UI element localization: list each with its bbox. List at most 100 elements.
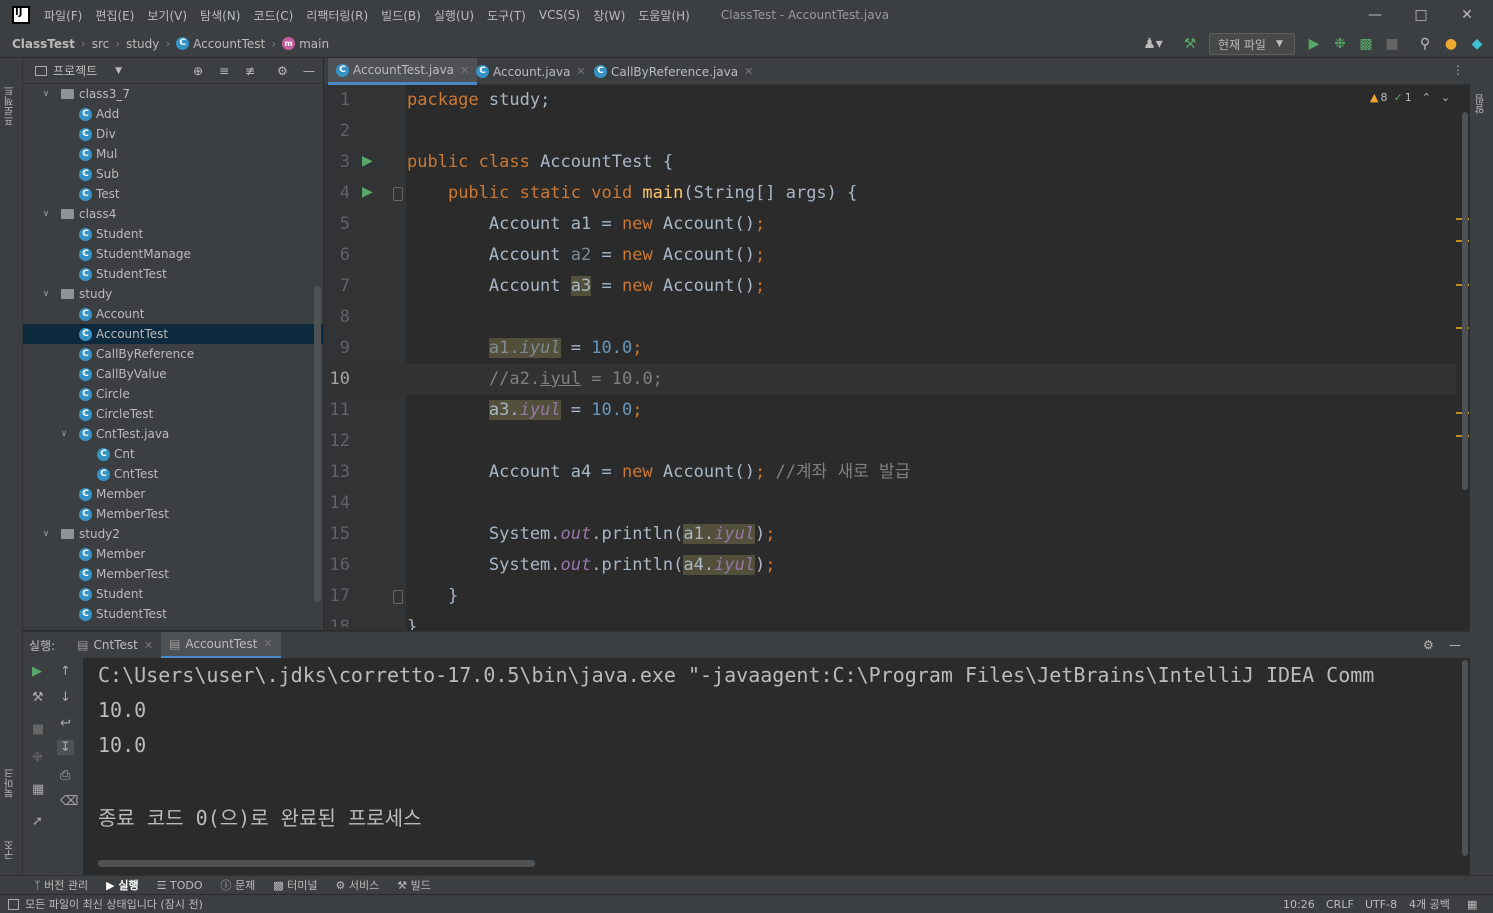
tree-item[interactable]: C StudentTest xyxy=(23,264,323,284)
down-arrow-icon[interactable]: ↓ xyxy=(60,690,71,705)
menu-view[interactable]: 보기(V) xyxy=(147,7,187,24)
close-tab-icon[interactable]: ✕ xyxy=(144,639,153,652)
menu-file[interactable]: 파일(F) xyxy=(44,7,82,24)
tab-accounttest[interactable]: C AccountTest.java ✕ xyxy=(328,58,478,85)
minimize-button[interactable]: — xyxy=(1352,0,1398,30)
locate-icon[interactable]: ⊕ xyxy=(193,64,203,78)
build-hammer-icon[interactable]: ⚒ xyxy=(1180,34,1200,54)
tree-item[interactable]: ∨ class3_7 xyxy=(23,84,323,104)
breadcrumb-class[interactable]: AccountTest xyxy=(193,37,265,51)
console-output[interactable] xyxy=(83,658,1459,875)
tree-item[interactable]: C CallByReference xyxy=(23,344,323,364)
tab-account[interactable]: C Account.java ✕ xyxy=(468,58,594,85)
console-vscrollbar[interactable] xyxy=(1462,660,1468,856)
close-window-button[interactable]: ✕ xyxy=(1444,0,1490,30)
search-icon[interactable]: ⚲ xyxy=(1415,34,1435,54)
tree-item[interactable]: C StudentTest xyxy=(23,604,323,624)
expand-arrow-icon[interactable]: ∨ xyxy=(39,89,53,99)
previous-highlight-icon[interactable]: ⌃ xyxy=(1422,91,1431,104)
rerun-icon[interactable]: ▶ xyxy=(32,664,42,679)
tree-item[interactable]: C MemberTest xyxy=(23,564,323,584)
gear-icon[interactable]: ⚙ xyxy=(1423,638,1434,652)
side-tab-structure[interactable]: 구조 xyxy=(3,820,19,860)
soft-wrap-icon[interactable]: ↩ xyxy=(60,716,71,731)
tree-item[interactable]: C CallByValue xyxy=(23,364,323,384)
tree-item[interactable]: ∨ C CntTest.java xyxy=(23,424,323,444)
pin-icon[interactable]: ➚ xyxy=(32,814,43,829)
tree-item[interactable]: C Account xyxy=(23,304,323,324)
breadcrumb-package[interactable]: study xyxy=(126,37,159,51)
run-tab-cnttest[interactable]: ▤ CntTest ✕ xyxy=(69,632,161,659)
tab-build[interactable]: ⚒ 빌드 xyxy=(397,877,431,893)
tree-item[interactable]: C CircleTest xyxy=(23,404,323,424)
tab-run[interactable]: ▶ 실행 xyxy=(106,877,139,893)
close-tab-icon[interactable]: ✕ xyxy=(576,65,585,78)
next-highlight-icon[interactable]: ⌄ xyxy=(1441,91,1450,104)
scroll-to-end-icon[interactable]: ↧ xyxy=(57,740,74,755)
hide-panel-icon[interactable]: — xyxy=(303,64,315,78)
gear-icon[interactable]: ⚙ xyxy=(277,64,288,78)
menu-tools[interactable]: 도구(T) xyxy=(487,7,526,24)
tree-item[interactable]: C Student xyxy=(23,584,323,604)
tree-item[interactable]: C Member xyxy=(23,484,323,504)
file-encoding[interactable]: UTF-8 xyxy=(1365,898,1397,911)
menu-edit[interactable]: 편집(E) xyxy=(95,7,134,24)
wrench-icon[interactable]: ⚒ xyxy=(32,690,44,705)
run-configuration-select[interactable]: 현재 파일 ▼ xyxy=(1209,33,1295,55)
menu-refactor[interactable]: 리팩터링(R) xyxy=(306,7,368,24)
up-arrow-icon[interactable]: ↑ xyxy=(60,664,71,679)
run-main-icon[interactable]: ▶ xyxy=(362,184,373,200)
tree-item[interactable]: C Student xyxy=(23,224,323,244)
project-scrollbar[interactable] xyxy=(314,286,321,602)
project-panel-title[interactable]: 프로젝트 xyxy=(53,62,97,79)
indent-setting[interactable]: 4개 공백 xyxy=(1409,896,1450,912)
tree-item[interactable]: ∨ study2 xyxy=(23,524,323,544)
status-icon[interactable] xyxy=(8,898,19,910)
tree-item[interactable]: C Member xyxy=(23,544,323,564)
side-tab-project[interactable]: 프로젝트 xyxy=(3,66,19,126)
debug-icon[interactable]: ❉ xyxy=(1330,34,1350,54)
tree-item[interactable]: C StudentManage xyxy=(23,244,323,264)
tree-item[interactable]: C Cnt xyxy=(23,444,323,464)
collapse-all-icon[interactable]: ≢ xyxy=(245,64,255,78)
line-separator[interactable]: CRLF xyxy=(1326,898,1354,911)
fold-icon[interactable] xyxy=(393,590,403,604)
stop-icon[interactable]: ■ xyxy=(1382,34,1402,54)
close-tab-icon[interactable]: ✕ xyxy=(263,637,272,650)
side-tab-bookmarks[interactable]: 북마크 xyxy=(3,748,19,798)
console-hscrollbar[interactable] xyxy=(98,860,535,867)
menu-window[interactable]: 창(W) xyxy=(593,7,625,24)
bug-icon[interactable]: ❉ xyxy=(32,750,43,765)
run-class-icon[interactable]: ▶ xyxy=(362,153,373,169)
menu-code[interactable]: 코드(C) xyxy=(253,7,293,24)
editor-scrollbar[interactable] xyxy=(1462,112,1468,490)
expand-arrow-icon[interactable]: ∨ xyxy=(39,209,53,219)
tree-item[interactable]: C Circle xyxy=(23,384,323,404)
menu-build[interactable]: 빌드(B) xyxy=(381,7,421,24)
breadcrumb-method[interactable]: main xyxy=(299,37,329,51)
menu-help[interactable]: 도움말(H) xyxy=(638,7,690,24)
breadcrumb-src[interactable]: src xyxy=(92,37,110,51)
tab-version-control[interactable]: ᛉ 버전 관리 xyxy=(34,877,88,893)
stop-icon[interactable]: ■ xyxy=(32,722,44,737)
chevron-down-icon[interactable]: ▼ xyxy=(115,66,122,76)
expand-arrow-icon[interactable]: ∨ xyxy=(39,529,53,539)
print-icon[interactable]: ⎙ xyxy=(60,768,70,783)
plugin-icon[interactable]: ◆ xyxy=(1467,34,1487,54)
tree-item[interactable]: C CntTest xyxy=(23,464,323,484)
caret-position[interactable]: 10:26 xyxy=(1283,898,1315,911)
tree-item[interactable]: C Sub xyxy=(23,164,323,184)
tree-item[interactable]: C AccountTest xyxy=(23,324,323,344)
side-tab-notifications[interactable]: 알림 xyxy=(1474,84,1490,114)
trash-icon[interactable]: ⌫ xyxy=(60,794,78,809)
more-tabs-icon[interactable]: ⋮ xyxy=(1452,63,1464,77)
tree-item[interactable]: C Add xyxy=(23,104,323,124)
menu-run[interactable]: 실행(U) xyxy=(434,7,474,24)
tab-problems[interactable]: ⓘ 문제 xyxy=(221,877,256,893)
expand-arrow-icon[interactable]: ∨ xyxy=(57,429,71,439)
close-tab-icon[interactable]: ✕ xyxy=(744,65,753,78)
tree-item[interactable]: C MemberTest xyxy=(23,504,323,524)
tree-item[interactable]: C Test xyxy=(23,184,323,204)
run-icon[interactable]: ▶ xyxy=(1304,34,1324,54)
coverage-icon[interactable]: ▩ xyxy=(1356,34,1376,54)
